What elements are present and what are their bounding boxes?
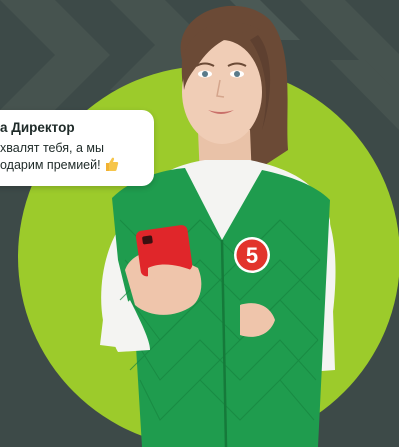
bubble-title: а Директор: [0, 120, 75, 135]
brand-badge-number: 5: [246, 243, 258, 268]
promo-banner: 5 а Директор хвалят тебя, а мы одарим пр…: [0, 0, 399, 447]
message-bubble: а Директор хвалят тебя, а мы одарим прем…: [0, 110, 154, 186]
employee-illustration: [100, 5, 336, 447]
brand-badge: 5: [234, 237, 270, 273]
bubble-line-2: одарим премией!: [0, 156, 144, 173]
bubble-line-1: хвалят тебя, а мы: [0, 141, 104, 155]
thumbs-up-icon: [105, 157, 118, 171]
bubble-text: хвалят тебя, а мы одарим премией!: [0, 140, 144, 173]
